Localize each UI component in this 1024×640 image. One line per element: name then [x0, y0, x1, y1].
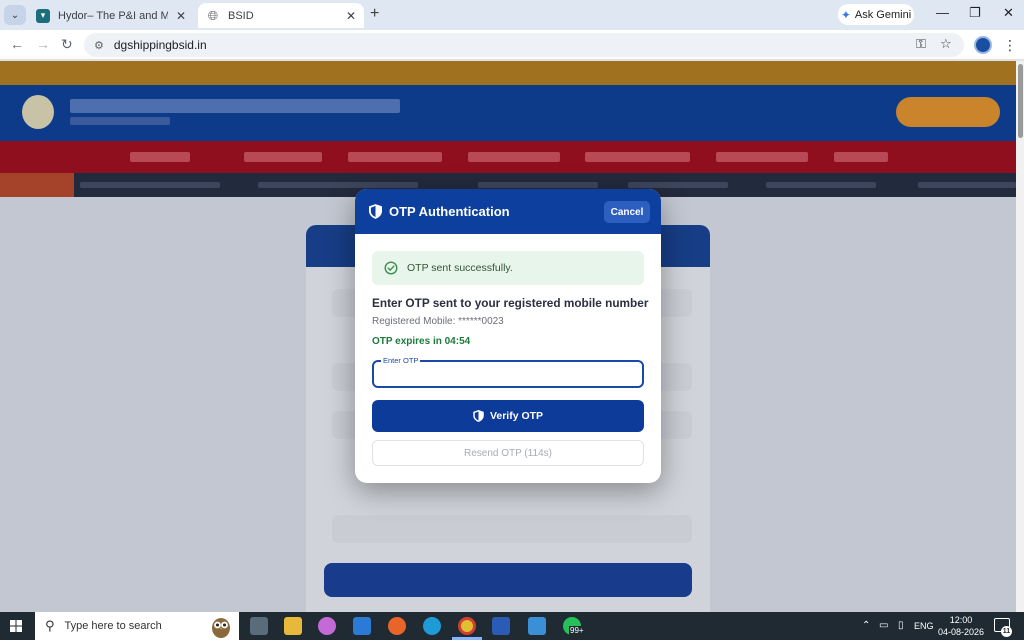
success-message: OTP sent successfully. [407, 262, 513, 274]
ticker-item-blurred [628, 182, 728, 188]
resend-otp-button[interactable]: Resend OTP (114s) [372, 440, 644, 466]
close-tab-icon[interactable]: ✕ [176, 9, 186, 23]
site-info-icon[interactable]: ⚙︎ [94, 39, 104, 52]
menu-kebab-icon[interactable]: ⋮ [1003, 37, 1017, 54]
notification-count: 11 [1001, 626, 1012, 637]
tab-strip: ⌄ ▾ Hydor– The P&I and Marine Lia ✕ 🌐︎ B… [0, 0, 1024, 30]
tab-title: Hydor– The P&I and Marine Lia [58, 9, 168, 22]
shield-icon [369, 204, 382, 219]
site-title-blurred [70, 99, 400, 113]
login-field-blurred [332, 515, 692, 543]
tab-title: BSID [228, 9, 254, 22]
emblem-logo-icon [22, 95, 54, 129]
globe-icon: 🌐︎ [207, 7, 219, 23]
nav-item-blurred [244, 152, 322, 162]
copilot-icon[interactable] [318, 617, 336, 635]
chrome-icon[interactable] [458, 617, 476, 635]
reload-icon[interactable]: ↻ [61, 36, 73, 53]
site-nav [0, 141, 1016, 173]
clock-date: 04-08-2026 [937, 627, 985, 637]
nav-item-blurred [585, 152, 690, 162]
tab-hydor[interactable]: ▾ Hydor– The P&I and Marine Lia ✕ [28, 3, 194, 28]
mail-icon[interactable] [353, 617, 371, 635]
file-explorer-icon[interactable] [284, 617, 302, 635]
chevron-up-icon[interactable]: ⌃ [862, 620, 870, 631]
word-icon[interactable] [492, 617, 510, 635]
scrollbar-thumb[interactable] [1018, 64, 1023, 138]
password-key-icon[interactable]: ⚿ [916, 36, 926, 52]
window-close-button[interactable]: ✕ [1003, 5, 1014, 21]
taskbar-search[interactable]: ⚲ Type here to search [35, 612, 239, 640]
shield-icon [473, 410, 484, 422]
ticker-tag [0, 173, 74, 197]
ticker-item-blurred [258, 182, 418, 188]
ticker-item-blurred [766, 182, 876, 188]
check-circle-icon [384, 261, 398, 275]
hydor-favicon-icon: ▾ [36, 8, 50, 23]
back-arrow-icon[interactable]: ← [10, 36, 24, 52]
site-header [0, 85, 1016, 141]
photos-icon[interactable] [528, 617, 546, 635]
new-tab-button[interactable]: + [370, 5, 379, 23]
bookmark-star-icon[interactable]: ☆ [940, 36, 952, 52]
url-text: dgshippingbsid.in [113, 38, 207, 52]
close-tab-icon[interactable]: ✕ [346, 9, 356, 23]
battery-icon[interactable]: ▯ [898, 620, 904, 631]
profile-avatar[interactable] [974, 36, 992, 54]
whatsapp-badge: 99+ [569, 626, 585, 635]
otp-input[interactable] [374, 362, 642, 386]
edge-icon[interactable] [423, 617, 441, 635]
search-icon: ⚲ [45, 618, 55, 633]
windows-start-icon[interactable] [10, 620, 22, 632]
forward-arrow-icon[interactable]: → [36, 36, 50, 52]
owl-icon [212, 618, 230, 638]
otp-field: Enter OTP [372, 356, 644, 388]
maximize-button[interactable]: ❐ [969, 5, 981, 21]
gemini-sparkle-icon: ✦ [840, 7, 851, 22]
taskbar: ⚲ Type here to search 99+ ⌃ ▭ ▯ ENG 12:0… [0, 612, 1024, 640]
header-login-button-blurred [896, 97, 1000, 127]
language-indicator[interactable]: ENG [914, 621, 934, 631]
ask-gemini-button[interactable]: ✦ Ask Gemini [838, 4, 914, 25]
nav-item-blurred [130, 152, 190, 162]
task-view-icon[interactable] [250, 617, 268, 635]
ask-gemini-label: Ask Gemini [854, 8, 912, 21]
clock-time: 12:00 [949, 615, 973, 625]
verify-otp-label: Verify OTP [489, 410, 544, 422]
registered-mobile: Registered Mobile: ******0023 [372, 316, 504, 327]
verify-otp-button[interactable]: Verify OTP [372, 400, 644, 432]
gov-strip [0, 61, 1016, 85]
site-subtitle-blurred [70, 117, 170, 125]
otp-heading: Enter OTP sent to your registered mobile… [372, 296, 649, 310]
browser-toolbar: ← → ↻ ⚙︎ dgshippingbsid.in ⚿ ☆ [0, 30, 1024, 60]
cancel-button[interactable]: Cancel [604, 201, 650, 223]
tab-bsid[interactable]: 🌐︎ BSID ✕ [198, 3, 364, 28]
modal-title: OTP Authentication [389, 204, 510, 219]
nav-item-blurred [716, 152, 808, 162]
taskbar-clock[interactable]: 12:00 04-08-2026 [936, 614, 986, 638]
page-scrollbar[interactable] [1016, 61, 1024, 612]
ticker-item-blurred [478, 182, 598, 188]
chevron-down-icon: ⌄ [10, 9, 20, 21]
nav-item-blurred [834, 152, 888, 162]
address-bar[interactable]: ⚙︎ dgshippingbsid.in [84, 33, 964, 57]
ticker-item-blurred [80, 182, 220, 188]
taskbar-search-placeholder: Type here to search [64, 620, 162, 632]
firefox-icon[interactable] [388, 617, 406, 635]
success-alert: OTP sent successfully. [372, 251, 644, 285]
ticker-item-blurred [918, 182, 1016, 188]
nav-item-blurred [468, 152, 560, 162]
modal-header: OTP Authentication Cancel [355, 189, 661, 234]
otp-modal: OTP Authentication Cancel OTP sent succe… [355, 189, 661, 483]
login-button-blurred [324, 563, 692, 597]
minimize-button[interactable]: — [936, 5, 949, 20]
otp-expiry-timer: OTP expires in 04:54 [372, 336, 471, 347]
tab-search-button[interactable]: ⌄ [4, 5, 26, 25]
nav-item-blurred [348, 152, 442, 162]
network-icon[interactable]: ▭ [879, 620, 888, 631]
